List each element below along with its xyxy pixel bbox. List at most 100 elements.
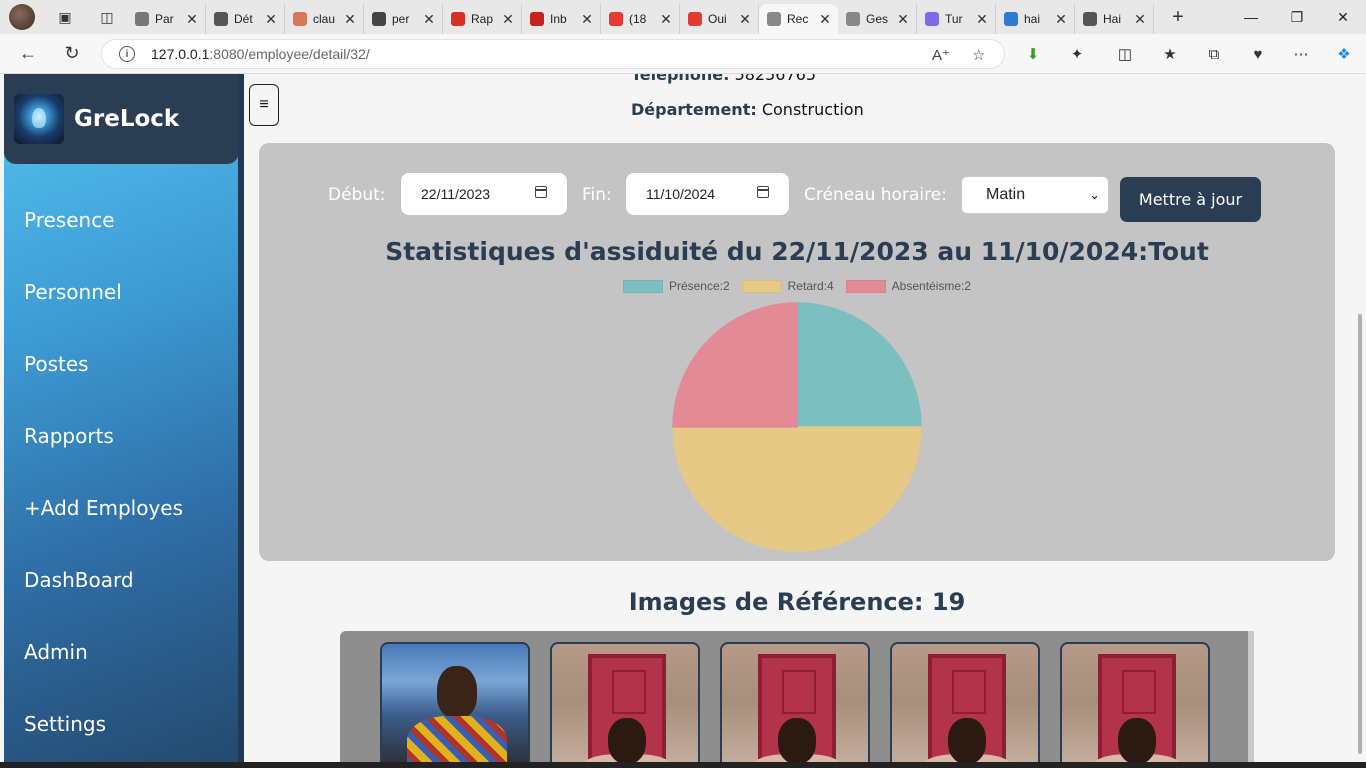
tab-label: hai [1024,12,1041,26]
profile-avatar[interactable] [9,4,35,30]
page-icon [846,12,860,26]
sidebar-item-personnel[interactable]: Personnel [24,280,122,304]
browser-tab[interactable]: Par ✕ [127,4,206,34]
sidebar-item-dashboard[interactable]: DashBoard [24,568,134,592]
performance-icon[interactable]: ♥ [1247,43,1269,65]
youtube-icon [609,12,623,26]
legend-item[interactable]: Retard:4 [741,279,834,293]
calendar-icon[interactable] [757,186,769,198]
copilot-icon[interactable]: ❖ [1333,43,1355,65]
read-aloud-icon[interactable]: A⁺ [932,46,950,64]
close-icon[interactable]: ✕ [1052,11,1070,28]
page-scrollbar[interactable] [1356,74,1366,762]
tab-label: Rec [787,12,809,26]
tab-label: Inb [550,12,567,26]
collections-icon[interactable]: ⧉ [1203,43,1225,65]
reference-image[interactable] [1060,642,1210,762]
browser-tab[interactable]: per ✕ [364,4,443,34]
close-icon[interactable]: ✕ [816,11,834,28]
close-icon[interactable]: ✕ [736,11,754,28]
workspaces-icon[interactable]: ▣ [51,3,79,31]
close-icon[interactable]: ✕ [341,11,359,28]
close-icon[interactable]: ✕ [1131,11,1149,28]
new-tab-button[interactable]: + [1162,6,1194,29]
menu-toggle-button[interactable]: ≡ [249,84,279,126]
browser-tab[interactable]: Rec ✕ [759,4,838,34]
close-icon[interactable]: ✕ [499,11,517,28]
more-menu-icon[interactable]: ⋯ [1290,43,1312,65]
legend-item[interactable]: Présence:2 [622,279,730,293]
browser-tab[interactable]: Rap ✕ [443,4,522,34]
tur-icon [925,12,939,26]
sidebar-item-settings[interactable]: Settings [24,712,106,736]
split-screen-icon[interactable]: ◫ [1114,43,1136,65]
browser-tab[interactable]: Dét ✕ [206,4,285,34]
gmail-icon [530,12,544,26]
browser-tab[interactable]: Hai ✕ [1075,4,1154,34]
claude-icon [293,12,307,26]
browser-tab[interactable]: Ges ✕ [838,4,917,34]
browser-tab[interactable]: Inb ✕ [522,4,601,34]
browser-tab[interactable]: (18 ✕ [601,4,680,34]
time-slot-select[interactable]: Matin ⌄ [961,176,1109,214]
tab-label: Oui [708,12,727,26]
reference-image[interactable] [380,642,530,762]
tab-actions-icon[interactable]: ◫ [93,3,121,31]
sidebar-item-add-employes[interactable]: +Add Employes [24,496,183,520]
reference-image[interactable] [720,642,870,762]
search-icon [1004,12,1018,26]
close-icon[interactable]: ✕ [420,11,438,28]
gmail-icon [451,12,465,26]
sidebar-item-rapports[interactable]: Rapports [24,424,114,448]
grid-icon [1083,12,1097,26]
start-date-input[interactable]: 22/11/2023 [401,173,567,215]
close-icon[interactable]: ✕ [973,11,991,28]
brand-header[interactable]: GreLock [4,74,239,164]
favorites-icon[interactable]: ★ [1159,43,1181,65]
end-date-input[interactable]: 11/10/2024 [626,173,789,215]
browser-tab-bar: ▣ ◫ Par ✕ Dét ✕ clau ✕ per ✕ Rap ✕ Inb ✕ (18 ✕ Oui ✕ Rec… [0,0,1366,34]
update-button[interactable]: Mettre à jour [1120,177,1261,222]
restore-button[interactable]: ❐ [1274,0,1320,34]
pie-slice-présence[interactable] [796,302,922,428]
reference-images-gallery [340,631,1254,762]
chart-legend: Présence:2 Retard:4 Absentéisme:2 [259,279,1335,293]
close-icon[interactable]: ✕ [657,11,675,28]
favorite-star-icon[interactable]: ☆ [972,46,985,64]
close-icon[interactable]: ✕ [894,11,912,28]
perplexity-icon [372,12,386,26]
reference-images-title: Images de Référence: 19 [628,588,966,616]
legend-swatch [741,279,782,293]
sidebar-item-postes[interactable]: Postes [24,352,89,376]
browser-tab[interactable]: Tur ✕ [917,4,996,34]
refresh-icon[interactable]: ↻ [52,38,92,70]
calendar-icon[interactable] [535,186,547,198]
close-window-button[interactable]: ✕ [1320,0,1366,34]
gallery-scrollbar[interactable] [1248,631,1254,762]
reference-image[interactable] [550,642,700,762]
brand-logo [14,94,64,144]
browser-tab[interactable]: hai ✕ [996,4,1075,34]
download-extension-icon[interactable]: ⬇ [1022,43,1044,65]
pie-slice-retard[interactable] [672,426,922,552]
legend-item[interactable]: Absentéisme:2 [845,279,971,293]
browser-tab[interactable]: Oui ✕ [680,4,759,34]
end-date-value: 11/10/2024 [646,186,716,202]
employee-phone: Téléphone: 58256765 [631,74,816,84]
minimize-button[interactable]: — [1228,0,1274,34]
employee-department: Département: Construction [631,100,864,119]
browser-tab[interactable]: clau ✕ [285,4,364,34]
close-icon[interactable]: ✕ [578,11,596,28]
pie-slice-absentéisme[interactable] [672,302,798,428]
sidebar-item-admin[interactable]: Admin [24,640,88,664]
close-icon[interactable]: ✕ [183,11,201,28]
close-icon[interactable]: ✕ [262,11,280,28]
back-icon[interactable]: ← [8,38,48,70]
reference-image[interactable] [890,642,1040,762]
legend-swatch [845,279,886,293]
address-bar[interactable]: i 127.0.0.1:8080/employee/detail/32/ A⁺ … [101,39,1005,69]
sidebar-item-presence[interactable]: Presence [24,208,115,232]
extensions-icon[interactable]: ✦ [1066,43,1088,65]
site-info-icon[interactable]: i [119,46,135,62]
settings-icon [135,12,149,26]
